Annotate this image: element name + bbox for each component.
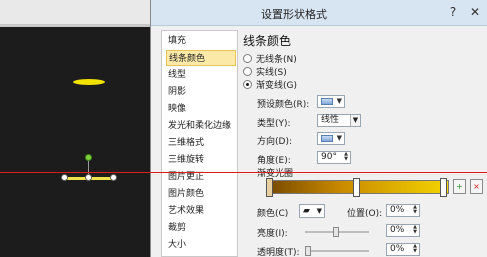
- nav-item-picture-color[interactable]: 图片颜色: [166, 186, 236, 202]
- rotation-handle[interactable]: [85, 154, 92, 161]
- add-stop-icon[interactable]: +: [453, 179, 466, 194]
- transparency-value: 0%: [390, 244, 405, 254]
- spin-arrows-icon[interactable]: ▲ ▼: [411, 205, 419, 216]
- nav-item-fill[interactable]: 填充: [166, 33, 236, 49]
- chevron-down-icon: ▼: [316, 207, 322, 215]
- position-spinner[interactable]: 0% ▲ ▼: [386, 204, 420, 217]
- angle-value: 90°: [321, 152, 337, 162]
- resize-handle-left[interactable]: [61, 174, 68, 181]
- nav-item-crop[interactable]: 裁剪: [166, 220, 236, 236]
- chevron-down-icon: ▼: [350, 115, 360, 126]
- preset-color-label: 预设颜色(R):: [257, 100, 310, 110]
- position-label: 位置(O):: [347, 209, 383, 219]
- angle-spinner[interactable]: 90° ▲ ▼: [317, 151, 351, 164]
- gradient-stop-3[interactable]: [440, 178, 447, 197]
- nav-item-reflection[interactable]: 映像: [166, 101, 236, 117]
- resize-handle-right[interactable]: [110, 174, 117, 181]
- preset-color-swatch-icon: [321, 98, 333, 105]
- spin-arrows-icon[interactable]: ▲ ▼: [342, 152, 350, 163]
- chevron-down-icon: ▼: [336, 134, 342, 142]
- option-solid-line[interactable]: 实线(S): [243, 65, 287, 78]
- nav-item-3d-format[interactable]: 三维格式: [166, 135, 236, 151]
- brightness-slider-thumb[interactable]: [333, 227, 339, 237]
- nav-item-artistic-effects[interactable]: 艺术效果: [166, 203, 236, 219]
- slide-canvas[interactable]: [0, 0, 150, 257]
- brightness-value: 0%: [390, 225, 405, 235]
- line-color-pane: 线条颜色 无线条(N) 实线(S) 渐变线(G) 预设颜色(R): ▼ 类型(Y…: [243, 30, 487, 257]
- color-label: 颜色(C): [257, 209, 289, 219]
- nav-item-shadow[interactable]: 阴影: [166, 84, 236, 100]
- option-solid-line-label: 实线(S): [256, 67, 287, 78]
- option-no-line-label: 无线条(N): [256, 54, 297, 65]
- transparency-slider[interactable]: [305, 250, 369, 252]
- dialog-title: 设置形状格式: [261, 8, 327, 21]
- preset-color-dropdown[interactable]: ▼: [317, 95, 345, 108]
- type-value: 线性: [321, 115, 340, 125]
- direction-dropdown[interactable]: ▼: [317, 132, 345, 145]
- radio-solid-line[interactable]: [243, 66, 252, 76]
- yellow-ellipse-shape[interactable]: [73, 79, 105, 85]
- nav-item-size[interactable]: 大小: [166, 237, 236, 253]
- red-guide-line: [0, 172, 487, 173]
- brightness-label: 亮度(I):: [257, 229, 288, 239]
- position-value: 0%: [390, 205, 405, 215]
- brightness-spinner[interactable]: 0% ▲ ▼: [386, 224, 420, 237]
- format-shape-dialog: 设置形状格式 ? ✕ 填充 线条颜色 线型 阴影 映像 发光和柔化边缘 三维格式…: [150, 0, 487, 257]
- chevron-down-icon: ▼: [336, 97, 342, 105]
- pane-title: 线条颜色: [243, 34, 292, 48]
- nav-item-line-color[interactable]: 线条颜色: [166, 50, 236, 66]
- transparency-slider-thumb[interactable]: [305, 246, 311, 256]
- type-label: 类型(Y):: [257, 119, 291, 129]
- radio-gradient-line[interactable]: [243, 79, 252, 89]
- resize-handle-middle[interactable]: [85, 174, 92, 181]
- spin-arrows-icon[interactable]: ▲ ▼: [411, 244, 419, 255]
- close-button[interactable]: ✕: [465, 3, 485, 21]
- option-gradient-line-label: 渐变线(G): [256, 80, 297, 91]
- help-button[interactable]: ?: [443, 3, 463, 21]
- remove-stop-icon[interactable]: ×: [470, 179, 483, 194]
- category-nav: 填充 线条颜色 线型 阴影 映像 发光和柔化边缘 三维格式 三维旋转 图片更正 …: [161, 30, 238, 257]
- nav-item-glow[interactable]: 发光和柔化边缘: [166, 118, 236, 134]
- spin-arrows-icon[interactable]: ▲ ▼: [411, 225, 419, 236]
- color-picker-button[interactable]: ▰ ▼: [299, 204, 325, 218]
- radio-no-line[interactable]: [243, 53, 252, 63]
- nav-item-3d-rotation[interactable]: 三维旋转: [166, 152, 236, 168]
- nav-item-line-style[interactable]: 线型: [166, 67, 236, 83]
- option-no-line[interactable]: 无线条(N): [243, 52, 297, 65]
- direction-label: 方向(D):: [257, 137, 292, 147]
- ribbon-divider: [0, 24, 150, 27]
- transparency-label: 透明度(T):: [257, 248, 300, 257]
- type-select[interactable]: 线性 ▼: [317, 114, 361, 127]
- option-gradient-line[interactable]: 渐变线(G): [243, 78, 297, 91]
- angle-label: 角度(E):: [257, 156, 291, 166]
- ribbon-strip: [0, 0, 150, 24]
- transparency-spinner[interactable]: 0% ▲ ▼: [386, 243, 420, 256]
- dialog-titlebar[interactable]: 设置形状格式 ? ✕: [151, 0, 487, 26]
- direction-icon: [321, 135, 333, 142]
- gradient-stop-2[interactable]: [353, 178, 360, 197]
- gradient-stop-1[interactable]: [266, 178, 273, 197]
- paint-bucket-icon: ▰: [303, 206, 310, 216]
